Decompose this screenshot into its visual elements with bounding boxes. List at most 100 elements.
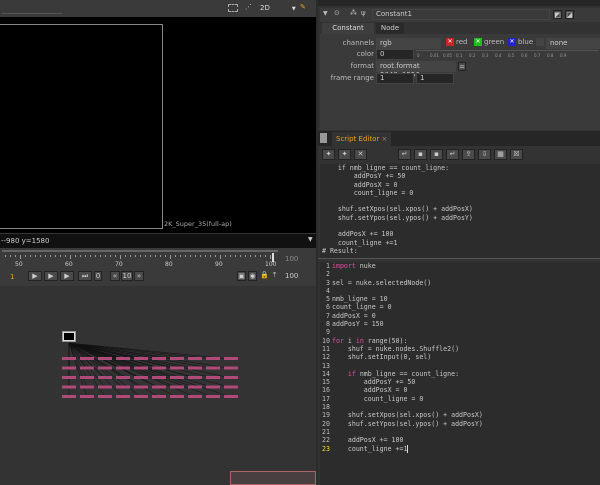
shuffle-node[interactable] — [188, 395, 202, 398]
flipbook-icon[interactable]: ▣ — [237, 271, 246, 281]
channels-dropdown[interactable]: rgb — [376, 38, 441, 49]
shuffle-node[interactable] — [134, 385, 148, 389]
knob-icon[interactable]: ψ — [361, 9, 366, 17]
prev-script-icon[interactable]: ✦ — [322, 149, 335, 160]
timeline-ruler[interactable]: 50 60 70 80 90 100 — [0, 253, 280, 271]
shuffle-node[interactable] — [62, 376, 76, 379]
skip-back-button[interactable]: « — [110, 271, 120, 281]
shuffle-node[interactable] — [62, 357, 76, 360]
run-script-icon[interactable]: ↵ — [446, 149, 459, 160]
close-panel-button[interactable]: ◪ — [565, 10, 574, 19]
collapse-icon[interactable]: ▼ — [323, 10, 328, 17]
shuffle-node[interactable] — [98, 395, 112, 398]
clear-history-icon[interactable]: ✕ — [354, 149, 367, 160]
skip-forward-button[interactable]: » — [134, 271, 144, 281]
color-slider[interactable]: 0 0.01 0.05 0.1 0.2 0.3 0.4 0.5 0.6 0.7 0.8 0.9 — [416, 50, 598, 60]
node-icon[interactable]: ⁂ — [350, 9, 357, 17]
close-tab-icon[interactable]: × — [381, 135, 387, 143]
viewer-canvas[interactable]: 2K_Super_35(full-ap) — [0, 17, 316, 233]
shuffle-node[interactable] — [188, 366, 202, 370]
source-script-icon[interactable]: ↵ — [398, 149, 411, 160]
shuffle-node[interactable] — [224, 376, 238, 379]
timeline-range-bar[interactable] — [2, 250, 278, 252]
shuffle-node[interactable] — [206, 357, 220, 360]
shuffle-node[interactable] — [152, 357, 166, 360]
alpha-checkbox[interactable] — [536, 38, 544, 46]
shuffle-node[interactable] — [116, 366, 130, 370]
shuffle-node[interactable] — [98, 376, 112, 379]
float-button[interactable]: ◩ — [553, 10, 562, 19]
node-graph[interactable] — [0, 286, 316, 485]
shuffle-node[interactable] — [170, 385, 184, 389]
script-input[interactable]: 1 import nuke 2 3 sel = nuke.selectedNode() 4… — [320, 262, 600, 485]
shuffle-node[interactable] — [134, 357, 148, 360]
format-edit-button[interactable]: = — [458, 62, 466, 71]
shuffle-node[interactable] — [80, 395, 94, 398]
skip-increment[interactable]: 10 — [121, 271, 133, 281]
save-script-icon[interactable]: ▪ — [430, 149, 443, 160]
shuffle-node[interactable] — [80, 385, 94, 389]
roi-icon[interactable] — [228, 4, 238, 12]
node-name-field[interactable]: Constant1 — [372, 9, 550, 20]
script-output[interactable]: if nmb_ligne == count_ligne: addPosY += … — [320, 164, 600, 258]
blue-checkbox[interactable]: ✕ — [508, 38, 516, 46]
color-field[interactable]: 0 — [376, 49, 414, 60]
tab-script-editor[interactable]: Script Editor × — [332, 132, 392, 146]
shuffle-node[interactable] — [206, 395, 220, 398]
shuffle-node[interactable] — [152, 366, 166, 370]
shuffle-node[interactable] — [80, 357, 94, 360]
shuffle-node[interactable] — [116, 395, 130, 398]
view-mode-dropdown[interactable]: 2D ▼ — [260, 4, 296, 12]
shuffle-node[interactable] — [206, 385, 220, 389]
play-forward-button[interactable]: ▶ — [28, 271, 42, 281]
shuffle-node[interactable] — [80, 366, 94, 370]
shuffle-node[interactable] — [224, 395, 238, 398]
backdrop-node[interactable] — [230, 471, 316, 485]
end-frame-field[interactable]: 100 — [282, 272, 308, 283]
paint-icon[interactable]: ✎ — [300, 3, 306, 11]
green-checkbox[interactable]: ✕ — [474, 38, 482, 46]
shuffle-node[interactable] — [224, 366, 238, 370]
frame-offset-button[interactable]: 0 — [94, 271, 102, 281]
shuffle-node[interactable] — [170, 357, 184, 360]
shuffle-node[interactable] — [152, 385, 166, 389]
shuffle-node[interactable] — [206, 366, 220, 370]
capture-icon[interactable]: ◉ — [248, 271, 257, 281]
upload-icon[interactable]: ⤒ — [270, 271, 279, 281]
shuffle-node[interactable] — [152, 376, 166, 379]
center-icon[interactable]: ⊙ — [334, 9, 340, 17]
end-frame-field-top[interactable]: 100 — [282, 255, 308, 266]
tab-node[interactable]: Node — [376, 23, 404, 34]
red-checkbox[interactable]: ✕ — [446, 38, 454, 46]
shuffle-node[interactable] — [98, 366, 112, 370]
extra-channel-dropdown[interactable]: none — [546, 38, 600, 49]
shuffle-node[interactable] — [134, 366, 148, 370]
shuffle-node[interactable] — [134, 376, 148, 379]
lock-icon[interactable]: 🔒 — [260, 271, 269, 281]
shuffle-node[interactable] — [62, 366, 76, 370]
shuffle-node[interactable] — [134, 395, 148, 398]
show-both-icon[interactable]: ▦ — [494, 149, 507, 160]
show-input-icon[interactable]: ⇪ — [462, 149, 475, 160]
shuffle-node[interactable] — [188, 376, 202, 379]
viewer-slider[interactable] — [2, 5, 62, 14]
load-script-icon[interactable]: ▪ — [414, 149, 427, 160]
shuffle-node[interactable] — [98, 357, 112, 360]
clear-output-icon[interactable]: ☒ — [510, 149, 523, 160]
shuffle-node[interactable] — [98, 385, 112, 389]
current-frame[interactable]: 1 — [10, 273, 14, 281]
shuffle-node[interactable] — [170, 376, 184, 379]
shuffle-node[interactable] — [224, 385, 238, 389]
shuffle-node[interactable] — [62, 385, 76, 389]
shuffle-node[interactable] — [170, 395, 184, 398]
shuffle-node[interactable] — [116, 376, 130, 379]
shuffle-node[interactable] — [188, 357, 202, 360]
shuffle-node[interactable] — [152, 395, 166, 398]
frame-start-field[interactable]: 1 — [376, 73, 414, 84]
frame-end-field[interactable]: 1 — [416, 73, 454, 84]
next-script-icon[interactable]: ✦ — [338, 149, 351, 160]
shuffle-node[interactable] — [170, 366, 184, 370]
shuffle-node[interactable] — [206, 376, 220, 379]
tab-constant[interactable]: Constant — [322, 23, 374, 34]
shuffle-node[interactable] — [116, 385, 130, 389]
